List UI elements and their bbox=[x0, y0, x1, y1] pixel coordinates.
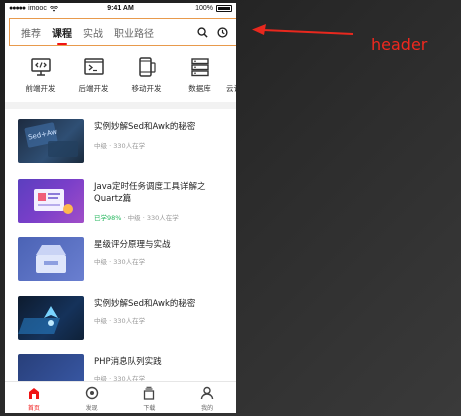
course-title: 星级评分原理与实战 bbox=[94, 240, 171, 250]
download-icon bbox=[144, 386, 155, 400]
tab-career-path[interactable]: 职业路径 bbox=[114, 25, 154, 40]
category-frontend[interactable]: 前端开发 bbox=[14, 51, 67, 99]
annotation-arrow bbox=[252, 24, 354, 35]
course-thumbnail: Sed+Aw bbox=[18, 119, 84, 163]
course-level: 中级 bbox=[94, 317, 107, 325]
course-thumbnail bbox=[18, 296, 84, 340]
course-item[interactable]: Sed+Aw 实例妙解Sed和Awk的秘密 中级 · 330人在学 bbox=[5, 109, 236, 167]
tab-courses[interactable]: 课程 bbox=[52, 25, 72, 40]
course-title: PHP消息队列实践 bbox=[94, 357, 162, 367]
nav-profile[interactable]: 我的 bbox=[178, 382, 236, 413]
category-row: 前端开发 后端开发 移动开发 数据库 云 bbox=[5, 51, 236, 99]
header: 推荐 课程 实战 职业路径 bbox=[9, 18, 236, 46]
course-meta: 已学98% · 中级 · 330人在学 bbox=[94, 214, 179, 222]
category-cloud[interactable]: 云计 bbox=[226, 51, 236, 99]
battery-level bbox=[218, 7, 230, 10]
category-label: 移动开发 bbox=[131, 84, 162, 93]
header-tabs: 推荐 课程 实战 职业路径 bbox=[10, 25, 196, 40]
tab-practice[interactable]: 实战 bbox=[83, 25, 103, 40]
course-item[interactable]: Java定时任务调度工具详解之Quartz篇 已学98% · 中级 · 330人… bbox=[5, 169, 236, 227]
nav-label: 发现 bbox=[85, 405, 98, 412]
battery-icon bbox=[216, 5, 232, 12]
course-thumbnail bbox=[18, 237, 84, 281]
course-level: 中级 bbox=[127, 214, 141, 222]
discover-icon bbox=[85, 386, 98, 400]
category-database[interactable]: 数据库 bbox=[173, 51, 226, 99]
phone-screen: ●●●●● imooc 9:41 AM 100% 推荐 课程 实战 职业路径 前… bbox=[5, 3, 236, 413]
course-students: 330人在学 bbox=[113, 317, 146, 325]
history-icon[interactable] bbox=[216, 26, 228, 38]
course-meta: 中级 · 330人在学 bbox=[94, 258, 146, 266]
category-label: 前端开发 bbox=[25, 84, 56, 93]
code-monitor-icon bbox=[30, 58, 51, 76]
database-icon bbox=[190, 58, 209, 77]
course-level: 中级 bbox=[94, 258, 107, 266]
mobile-device-icon bbox=[138, 57, 156, 77]
annotation-label: header bbox=[371, 35, 428, 54]
home-icon bbox=[28, 388, 39, 399]
battery-percent: 100% bbox=[195, 5, 213, 12]
section-divider bbox=[5, 102, 236, 109]
bottom-nav: 首页 发现 下载 我的 bbox=[5, 381, 236, 413]
course-title: 实例妙解Sed和Awk的秘密 bbox=[94, 122, 196, 132]
tab-recommend[interactable]: 推荐 bbox=[21, 25, 41, 40]
course-item[interactable]: 实例妙解Sed和Awk的秘密 中级 · 330人在学 bbox=[5, 286, 236, 344]
course-title: 实例妙解Sed和Awk的秘密 bbox=[94, 299, 196, 309]
course-progress: 已学98% bbox=[94, 214, 122, 222]
category-backend[interactable]: 后端开发 bbox=[67, 51, 120, 99]
nav-discover[interactable]: 发现 bbox=[63, 382, 121, 413]
course-students: 330人在学 bbox=[113, 142, 146, 150]
category-label: 数据库 bbox=[188, 84, 211, 93]
course-item[interactable]: 星级评分原理与实战 中级 · 330人在学 bbox=[5, 227, 236, 285]
category-label: 云计 bbox=[226, 84, 236, 93]
course-title: Java定时任务调度工具详解之Quartz篇 bbox=[94, 182, 206, 204]
profile-icon bbox=[200, 386, 214, 400]
course-meta: 中级 · 330人在学 bbox=[94, 317, 146, 325]
course-thumbnail bbox=[18, 179, 84, 223]
nav-label: 我的 bbox=[201, 405, 214, 412]
category-mobile[interactable]: 移动开发 bbox=[120, 51, 173, 99]
category-label: 后端开发 bbox=[78, 84, 109, 93]
nav-download[interactable]: 下载 bbox=[121, 382, 179, 413]
course-level: 中级 bbox=[94, 142, 107, 150]
course-students: 330人在学 bbox=[146, 214, 179, 222]
search-icon[interactable] bbox=[196, 26, 208, 38]
nav-label: 下载 bbox=[143, 405, 156, 412]
terminal-icon bbox=[83, 58, 104, 75]
course-students: 330人在学 bbox=[113, 258, 146, 266]
course-meta: 中级 · 330人在学 bbox=[94, 142, 146, 150]
status-bar: ●●●●● imooc 9:41 AM 100% bbox=[5, 3, 236, 16]
nav-label: 首页 bbox=[27, 405, 40, 412]
nav-home[interactable]: 首页 bbox=[5, 382, 63, 413]
